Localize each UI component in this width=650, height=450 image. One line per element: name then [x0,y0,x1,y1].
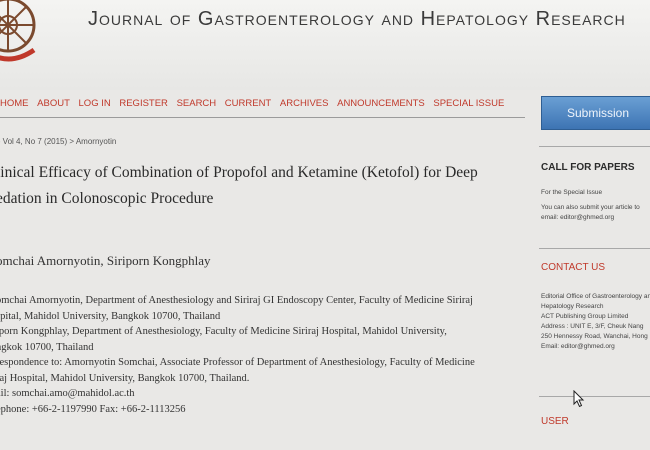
sidebar-divider [539,248,650,249]
journal-logo-icon[interactable] [0,0,48,70]
affiliation-line: spital, Mahidol University, Bangkok 1070… [0,310,221,322]
sidebar-divider [539,146,650,147]
contact-us-heading: CONTACT US [541,262,606,273]
sidebar: Submission CALL FOR PAPERS For the Speci… [533,96,650,450]
call-for-papers-heading: CALL FOR PAPERS [541,162,635,173]
contact-line: Editorial Office of Gastroenterology and [541,293,650,300]
article-authors: omchai Amornyotin, Siriporn Kongphlay [0,253,211,268]
call-for-papers-line: You can also submit your article to [541,204,640,211]
affiliation-phone: ephone: +66-2-1197990 Fax: +66-2-1113256 [0,403,186,415]
nav-announcements[interactable]: ANNOUNCEMENTS [337,98,425,109]
affiliation-line: raj Hospital, Mahidol University, Bangko… [0,372,250,384]
call-for-papers-text: For the Special Issue You can also submi… [541,188,650,223]
nav-about[interactable]: ABOUT [37,98,70,109]
submission-button[interactable]: Submission [541,96,650,130]
site-header: Journal of Gastroenterology and Hepatolo… [0,0,650,90]
contact-line: Address : UNIT E, 3/F, Cheuk Nang [541,323,644,330]
breadcrumb[interactable]: » Vol 4, No 7 (2015) > Amornyotin [0,137,116,146]
author-affiliations: omchai Amornyotin, Department of Anesthe… [0,293,526,417]
call-for-papers-email[interactable]: email: editor@ghmed.org [541,213,650,223]
journal-title: Journal of Gastroenterology and Hepatolo… [88,8,626,30]
affiliation-email[interactable]: ail: somchai.amo@mahidol.ac.th [0,386,526,402]
main-nav: HOME ABOUT LOG IN REGISTER SEARCH CURREN… [0,98,520,114]
page: Journal of Gastroenterology and Hepatolo… [0,0,650,450]
contact-line: Hepatology Research [541,303,604,310]
article-title: linical Efficacy of Combination of Propo… [0,160,526,212]
contact-email[interactable]: Email: editor@ghmed.org [541,342,650,352]
affiliation-line: respondence to: Amornyotin Somchai, Asso… [0,357,475,368]
article-title-line: edation in Colonoscopic Procedure [0,190,214,207]
nav-archives[interactable]: ARCHIVES [280,98,329,109]
contact-line: 250 Hennessy Road, Wanchai, Hong Kong [541,333,650,340]
nav-current[interactable]: CURRENT [225,98,271,109]
sidebar-divider [539,396,650,397]
article-title-line: linical Efficacy of Combination of Propo… [0,164,478,181]
nav-special-issue[interactable]: SPECIAL ISSUE [433,98,504,109]
nav-login[interactable]: LOG IN [79,98,111,109]
nav-home[interactable]: HOME [0,98,29,109]
mouse-pointer-icon [573,390,585,408]
user-heading: USER [541,416,569,427]
contact-line: ACT Publishing Group Limited [541,313,629,320]
nav-register[interactable]: REGISTER [119,98,168,109]
contact-us-text: Editorial Office of Gastroenterology and… [541,292,650,352]
nav-search[interactable]: SEARCH [177,98,217,109]
call-for-papers-line: For the Special Issue [541,189,603,196]
affiliation-line: omchai Amornyotin, Department of Anesthe… [0,295,473,306]
affiliation-line: ngkok 10700, Thailand [0,341,94,353]
nav-divider [0,117,525,118]
affiliation-line: iporn Kongphlay, Department of Anesthesi… [0,326,447,337]
